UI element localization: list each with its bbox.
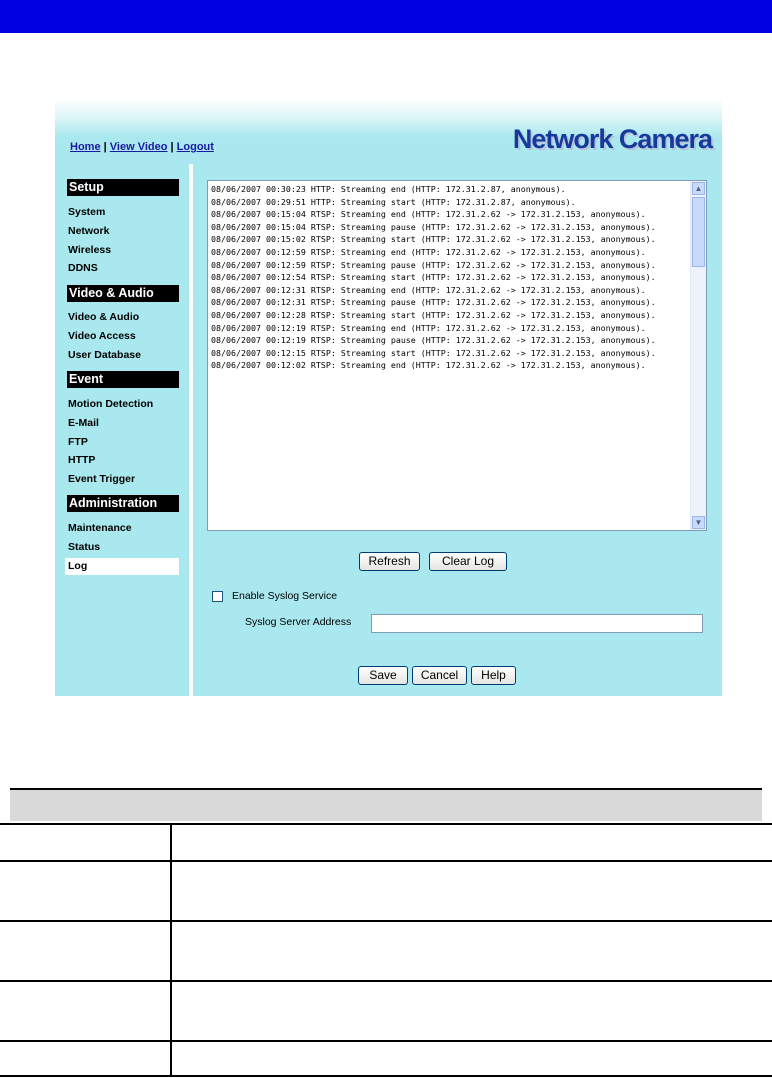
sidebar-item-video-access[interactable]: Video Access: [68, 330, 136, 342]
enable-syslog-label: Enable Syslog Service: [232, 590, 338, 602]
log-entry: 08/06/2007 00:12:28 RTSP: Streaming star…: [211, 309, 656, 320]
header: Home | View Video | Logout Network Camer…: [55, 98, 722, 164]
help-button[interactable]: Help: [471, 666, 516, 685]
table-row-divider: [0, 1040, 772, 1042]
table-row-divider: [0, 860, 772, 862]
sidebar-item-maintenance[interactable]: Maintenance: [68, 522, 132, 534]
sidebar-section-administration: Administration: [67, 495, 179, 512]
log-entry: 08/06/2007 00:15:02 RTSP: Streaming star…: [211, 234, 656, 245]
logout-link[interactable]: Logout: [177, 141, 214, 153]
log-entry: 08/06/2007 00:12:54 RTSP: Streaming star…: [211, 272, 656, 283]
brand-logo: Network Camera: [512, 124, 713, 154]
nav-separator: |: [100, 141, 110, 153]
table-header-row: [10, 788, 762, 821]
enable-syslog-checkbox[interactable]: [212, 591, 223, 602]
log-entry: 08/06/2007 00:12:19 RTSP: Streaming paus…: [211, 335, 656, 346]
log-entry: 08/06/2007 00:30:23 HTTP: Streaming end …: [211, 184, 566, 194]
table-column-divider: [170, 823, 172, 1075]
sidebar-section-event: Event: [67, 371, 179, 388]
view-video-link[interactable]: View Video: [110, 141, 168, 153]
refresh-button[interactable]: Refresh: [359, 552, 420, 571]
log-entries: 08/06/2007 00:30:23 HTTP: Streaming end …: [208, 181, 692, 530]
camera-web-ui: Home | View Video | Logout Network Camer…: [55, 98, 722, 696]
log-entry: 08/06/2007 00:12:19 RTSP: Streaming end …: [211, 322, 646, 333]
scroll-up-icon[interactable]: ▲: [692, 182, 705, 195]
sidebar-item-motion-detection[interactable]: Motion Detection: [68, 398, 153, 410]
sidebar-item-ftp[interactable]: FTP: [68, 436, 88, 448]
sidebar-item-status[interactable]: Status: [68, 541, 100, 553]
scroll-thumb[interactable]: [692, 197, 705, 267]
table-row-divider: [0, 1075, 772, 1077]
sidebar-item-event-trigger[interactable]: Event Trigger: [68, 473, 135, 485]
log-entry: 08/06/2007 00:12:31 RTSP: Streaming end …: [211, 284, 646, 295]
log-textarea[interactable]: 08/06/2007 00:30:23 HTTP: Streaming end …: [207, 180, 707, 531]
table-row-divider: [0, 920, 772, 922]
log-entry: 08/06/2007 00:15:04 RTSP: Streaming end …: [211, 209, 646, 220]
sidebar-section-setup: Setup: [67, 179, 179, 196]
sidebar-section-video-audio: Video & Audio: [67, 285, 179, 302]
home-link[interactable]: Home: [70, 141, 101, 153]
nav-separator: |: [167, 141, 177, 153]
sidebar-item-email[interactable]: E-Mail: [68, 417, 99, 429]
sidebar-item-log[interactable]: Log: [65, 558, 179, 575]
sidebar-item-user-database[interactable]: User Database: [68, 349, 141, 361]
log-scrollbar[interactable]: ▲ ▼: [690, 181, 706, 530]
table-row-divider: [0, 823, 772, 825]
log-entry: 08/06/2007 00:29:51 HTTP: Streaming star…: [211, 196, 576, 207]
clear-log-button[interactable]: Clear Log: [429, 552, 507, 571]
sidebar-item-video-audio[interactable]: Video & Audio: [68, 311, 139, 323]
log-entry: 08/06/2007 00:12:02 RTSP: Streaming end …: [211, 360, 646, 371]
log-entry: 08/06/2007 00:12:15 RTSP: Streaming star…: [211, 347, 656, 358]
document-title-bar: [0, 0, 772, 33]
nav-links: Home | View Video | Logout: [70, 141, 214, 153]
sidebar: Setup System Network Wireless DDNS Video…: [55, 164, 193, 696]
sidebar-item-ddns[interactable]: DDNS: [68, 262, 98, 274]
scroll-down-icon[interactable]: ▼: [692, 516, 705, 529]
save-button[interactable]: Save: [358, 666, 408, 685]
main-content: 08/06/2007 00:30:23 HTTP: Streaming end …: [193, 164, 722, 696]
table-row-divider: [0, 980, 772, 982]
sidebar-item-wireless[interactable]: Wireless: [68, 244, 111, 256]
log-entry: 08/06/2007 00:12:59 RTSP: Streaming paus…: [211, 259, 656, 270]
syslog-server-input[interactable]: [371, 614, 703, 633]
cancel-button[interactable]: Cancel: [412, 666, 467, 685]
sidebar-item-network[interactable]: Network: [68, 225, 109, 237]
log-entry: 08/06/2007 00:12:31 RTSP: Streaming paus…: [211, 297, 656, 308]
log-entry: 08/06/2007 00:15:04 RTSP: Streaming paus…: [211, 221, 656, 232]
sidebar-item-system[interactable]: System: [68, 206, 105, 218]
syslog-server-label: Syslog Server Address: [245, 616, 352, 628]
log-entry: 08/06/2007 00:12:59 RTSP: Streaming end …: [211, 246, 646, 257]
sidebar-item-http[interactable]: HTTP: [68, 454, 95, 466]
